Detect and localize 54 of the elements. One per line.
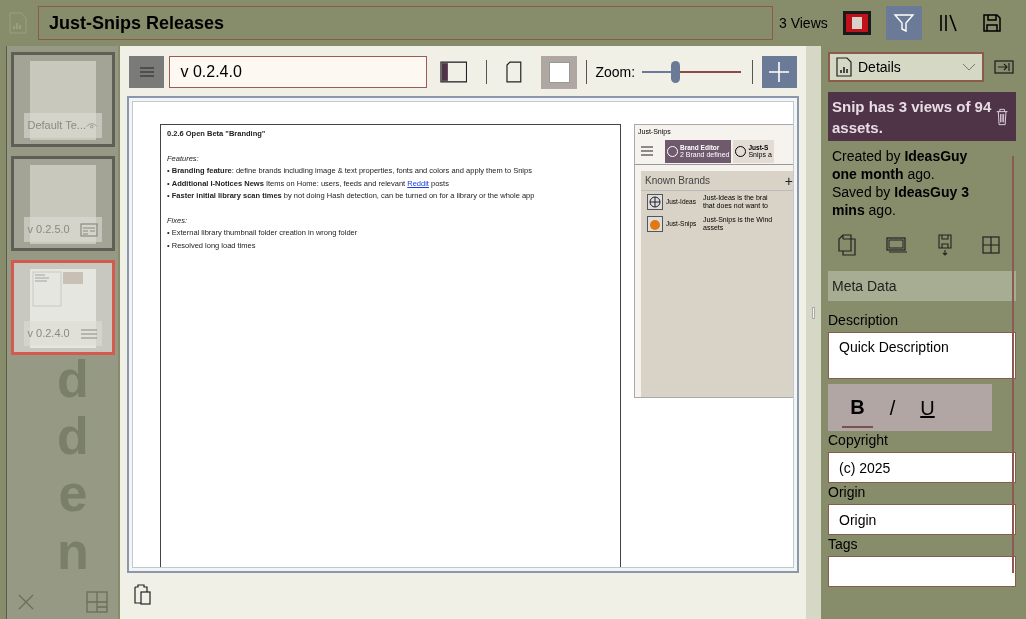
field-label: Description xyxy=(828,311,900,329)
copy-icon[interactable] xyxy=(838,234,856,256)
globe-icon xyxy=(647,194,663,210)
plus-icon xyxy=(768,61,791,83)
zoom-label: Zoom: xyxy=(595,62,636,82)
panel-title: Known Brands xyxy=(645,174,711,188)
filter-button[interactable] xyxy=(885,6,922,40)
thumbnail-label: v 0.2.5.0 xyxy=(27,222,70,238)
square-button[interactable] xyxy=(541,55,578,89)
slider-thumb[interactable] xyxy=(670,61,680,83)
clipboard-icon[interactable] xyxy=(132,583,152,605)
created-text: Created by IdeasGuy one month ago. xyxy=(831,147,969,183)
input-field[interactable]: Quick Description xyxy=(828,332,1016,379)
input-field[interactable] xyxy=(828,556,1016,587)
save-icon[interactable] xyxy=(981,13,1002,33)
menu-icon xyxy=(79,326,98,341)
save-download-icon[interactable] xyxy=(938,234,952,256)
saved-text: Saved by IdeasGuy 3 mins ago. xyxy=(831,183,970,219)
add-button[interactable]: + xyxy=(782,173,793,188)
menu-icon xyxy=(639,146,655,156)
title-field[interactable]: Just-Snips Releases xyxy=(38,6,773,40)
list-card-icon xyxy=(79,222,98,237)
menu-button[interactable] xyxy=(129,56,165,88)
panel-toggle-icon[interactable] xyxy=(439,61,468,83)
field-label: Copyright xyxy=(828,431,889,449)
format-button[interactable]: B xyxy=(842,387,873,428)
trash-icon[interactable] xyxy=(995,106,1008,128)
panel-exit-icon[interactable] xyxy=(994,60,1014,74)
chevron-down-icon xyxy=(962,63,976,71)
document-chart-icon xyxy=(836,57,852,77)
frame-icon[interactable] xyxy=(841,10,872,36)
grid-icon[interactable] xyxy=(982,236,1000,254)
add-button[interactable] xyxy=(761,56,797,88)
field-label: Tags xyxy=(828,535,859,553)
library-icon[interactable] xyxy=(937,13,960,33)
page-icon[interactable] xyxy=(506,61,522,83)
filter-icon xyxy=(892,12,915,34)
input-field[interactable]: Origin xyxy=(828,504,1016,535)
thumbnail-label: Default Te... xyxy=(27,118,86,134)
format-button[interactable]: U xyxy=(912,387,943,428)
view-dropdown[interactable]: Details xyxy=(828,52,984,82)
section-header: Meta Data xyxy=(828,271,1016,301)
format-button[interactable]: / xyxy=(877,387,908,428)
input-field[interactable]: (c) 2025 xyxy=(828,452,1016,483)
thumbnail-label: v 0.2.4.0 xyxy=(27,326,70,342)
zoom-slider[interactable] xyxy=(642,60,741,84)
splitter-handle[interactable] xyxy=(812,306,815,319)
brand-logo-icon xyxy=(647,216,663,232)
views-count: 3 Views xyxy=(779,13,828,33)
field-label: Origin xyxy=(828,483,867,501)
slideshow-icon[interactable] xyxy=(886,237,908,253)
summary-text: Snip has 3 views of 94 assets. xyxy=(832,97,993,138)
menu-icon xyxy=(138,66,155,78)
version-field[interactable]: v 0.2.4.0 xyxy=(169,56,427,88)
